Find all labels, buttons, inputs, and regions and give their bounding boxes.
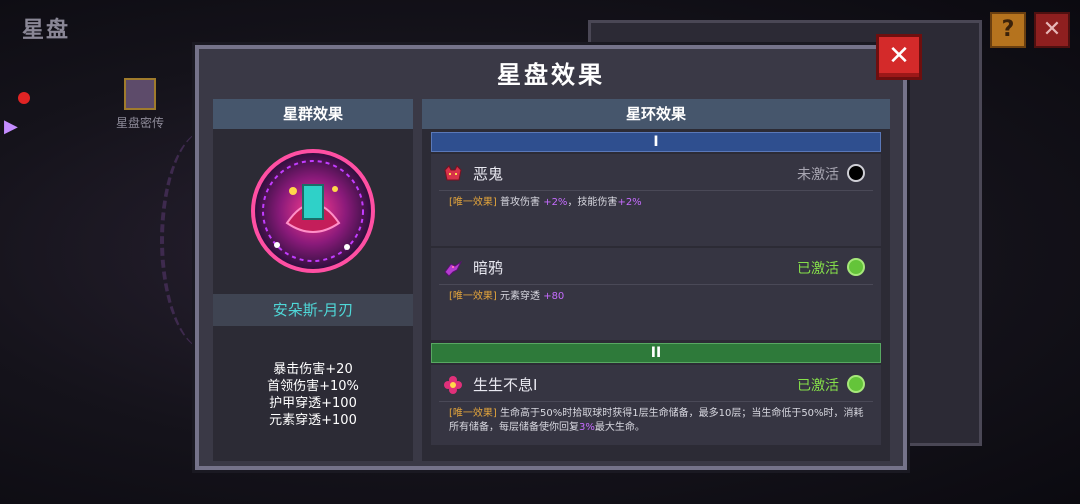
constellation-name: 安朵斯-月刃: [213, 294, 413, 326]
desc-highlight: +80: [543, 291, 565, 302]
stat-line: 元素穿透+100: [269, 413, 357, 428]
effect-name: 暗鸦: [473, 259, 504, 277]
cluster-effects-panel: 星群效果 安朵斯-月刃 暴击伤害+20 首领伤害+10% 护甲穿透+100 元素…: [213, 99, 413, 461]
stat-line: 护甲穿透+100: [269, 396, 357, 411]
active-indicator-icon: [847, 258, 865, 276]
demon-icon: [444, 165, 462, 181]
close-button[interactable]: ✕: [876, 34, 922, 80]
desc-text: 普攻伤害: [500, 197, 544, 208]
ring-effect-item: 生生不息Ⅰ 已激活 [唯一效果] 生命高于50%时拾取球时获得1层生命储备，最多…: [431, 365, 881, 445]
effect-description: [唯一效果] 元素穿透 +80: [449, 290, 869, 304]
effect-name: 恶鬼: [473, 165, 504, 183]
effect-status: 已激活: [797, 261, 839, 277]
sidebar-item-label: 星盘密传: [115, 116, 164, 130]
dialog-title: 星盘效果: [497, 61, 605, 89]
help-button[interactable]: ?: [990, 12, 1026, 48]
ring-effect-item: 暗鸦 已激活 [唯一效果] 元素穿透 +80: [431, 248, 881, 340]
divider: [439, 190, 873, 191]
effect-status: 未激活: [797, 167, 839, 183]
raven-icon: [444, 260, 463, 277]
unique-effect-tag: [唯一效果]: [449, 291, 497, 302]
stat-line: 暴击伤害+20: [273, 362, 353, 377]
active-indicator-icon: [847, 375, 865, 393]
desc-highlight: +2%: [617, 197, 642, 208]
ring-effects-panel[interactable]: 星环效果 I 恶鬼 未激活 [唯一效果] 普攻伤害 +2%，技能伤害+2% 暗鸦…: [422, 99, 890, 461]
divider: [439, 284, 873, 285]
desc-highlight: +2%: [543, 197, 568, 208]
background-close-button[interactable]: ✕: [1034, 12, 1070, 48]
star-secret-icon: [124, 78, 156, 110]
side-arrow-icon[interactable]: ▶: [4, 116, 18, 137]
background-title: 星盘: [22, 18, 71, 43]
stat-line: 首领伤害+10%: [267, 379, 359, 394]
effect-description: [唯一效果] 普攻伤害 +2%，技能伤害+2%: [449, 196, 869, 210]
desc-text: ，技能伤害: [567, 197, 618, 208]
flower-icon: [444, 376, 462, 394]
tier-header-1: I: [431, 132, 881, 152]
ring-effect-item: 恶鬼 未激活 [唯一效果] 普攻伤害 +2%，技能伤害+2%: [431, 154, 881, 246]
effect-name: 生生不息Ⅰ: [473, 376, 538, 394]
desc-text: 元素穿透: [500, 291, 544, 302]
star-chart-effects-dialog: 星盘效果 ✕ 星群效果 安朵斯-月刃 暴击伤害+20 首领伤害+10% 护甲穿透…: [195, 34, 922, 470]
sidebar-item-star-secret[interactable]: 星盘密传: [112, 78, 168, 131]
effect-status: 已激活: [797, 378, 839, 394]
ring-effects-header: 星环效果: [422, 99, 890, 129]
desc-text: 生命高于50%时拾取球时获得1层生命储备，最多10层；当生命低于50%时，消耗所…: [449, 408, 864, 433]
tier-header-2: II: [431, 343, 881, 363]
desc-text: 最大生命。: [594, 422, 645, 433]
cluster-effects-header: 星群效果: [213, 99, 413, 129]
desc-highlight: 3%: [579, 422, 595, 433]
notification-dot: [18, 92, 30, 104]
unique-effect-tag: [唯一效果]: [449, 408, 497, 419]
constellation-emblem-icon: [251, 149, 375, 273]
divider: [439, 401, 873, 402]
unique-effect-tag: [唯一效果]: [449, 197, 497, 208]
effect-description: [唯一效果] 生命高于50%时拾取球时获得1层生命储备，最多10层；当生命低于5…: [449, 407, 869, 435]
inactive-indicator-icon: [847, 164, 865, 182]
cluster-stats: 暴击伤害+20 首领伤害+10% 护甲穿透+100 元素穿透+100: [213, 361, 413, 429]
